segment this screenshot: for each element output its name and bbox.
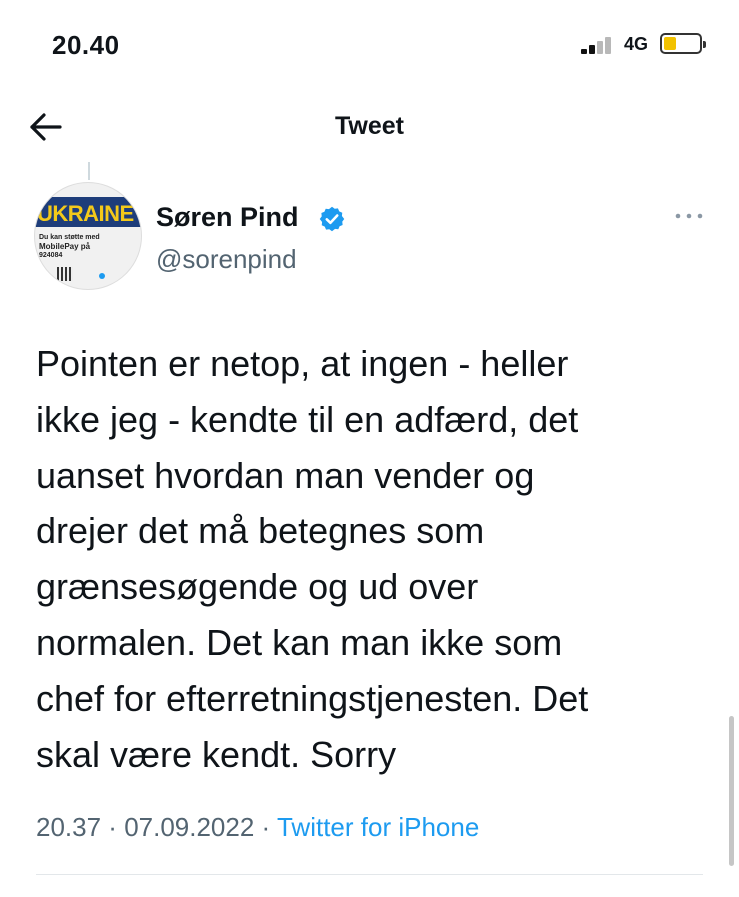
- author-avatar[interactable]: UKRAINE Du kan støtte med MobilePay på 9…: [34, 182, 142, 290]
- more-options-icon[interactable]: [672, 206, 706, 226]
- tweet-metadata: 20.37 · 07.09.2022 · Twitter for iPhone: [36, 812, 480, 842]
- tweet-text-line: uanset hvordan man vender og: [36, 454, 535, 496]
- top-nav-bar: Tweet: [0, 100, 739, 154]
- tweet-text-line: drejer det må betegnes som: [36, 510, 485, 552]
- status-time: 20.40: [52, 30, 120, 60]
- tweet-date[interactable]: 07.09.2022: [124, 812, 254, 842]
- tweet-text-line: Pointen er netop, at ingen - heller: [36, 343, 569, 384]
- tweet-text-line: ikke jeg - kendte til en adfærd, det: [36, 398, 579, 440]
- tweet-time[interactable]: 20.37: [36, 812, 101, 842]
- tweet-text-line: chef for efterretningstjenesten. Det: [36, 677, 589, 719]
- author-handle[interactable]: @sorenpind: [156, 244, 297, 275]
- battery-icon: [660, 33, 706, 54]
- cellular-signal-icon: [581, 36, 615, 54]
- author-name[interactable]: Søren Pind: [156, 202, 299, 233]
- qr-code-icon: [57, 267, 73, 281]
- divider: [36, 874, 703, 875]
- thread-connector-line: [88, 162, 90, 180]
- tweet-source-link[interactable]: Twitter for iPhone: [277, 812, 479, 842]
- status-bar: 20.40 4G: [0, 0, 739, 90]
- battery-level-fill: [664, 37, 676, 50]
- tweet-text-line: skal være kendt. Sorry: [36, 733, 397, 775]
- verified-badge-icon: [319, 206, 345, 232]
- tweet-text-line: normalen. Det kan man ikke som: [36, 621, 563, 663]
- tweet-text-line: grænsesøgende og ud over: [36, 566, 479, 608]
- avatar-banner-text: UKRAINE: [37, 201, 134, 226]
- network-type: 4G: [624, 34, 649, 54]
- scrollbar[interactable]: [729, 716, 734, 866]
- avatar-caption: Du kan støtte med MobilePay på 924084: [39, 234, 100, 259]
- page-title: Tweet: [335, 112, 404, 140]
- tweet-text: Pointen er netop, at ingen - heller ikke…: [36, 336, 726, 782]
